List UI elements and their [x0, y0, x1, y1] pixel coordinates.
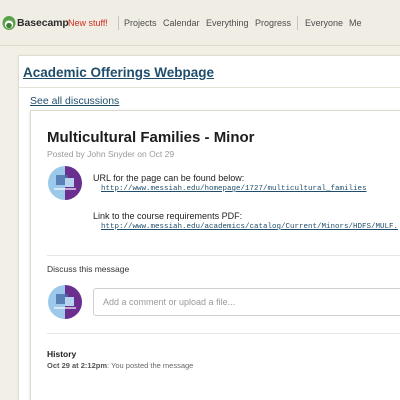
- history-text: : You posted the message: [107, 361, 194, 370]
- course-pdf-link[interactable]: http://www.messiah.edu/academics/catalog…: [101, 223, 398, 231]
- nav-item-me[interactable]: Me: [349, 18, 362, 28]
- nav-separator: [297, 16, 298, 30]
- project-title-link[interactable]: Academic Offerings Webpage: [23, 65, 214, 80]
- message-paragraph: Link to the course requirements PDF:: [93, 211, 243, 221]
- basecamp-logo-icon[interactable]: [2, 13, 16, 31]
- discuss-label: Discuss this message: [47, 264, 130, 274]
- nav-item-everything[interactable]: Everything: [206, 18, 249, 28]
- card-divider: [47, 333, 400, 334]
- app-logo-text[interactable]: Basecamp: [17, 17, 69, 29]
- history-entry: Oct 29 at 2:12pm: You posted the message: [47, 361, 193, 370]
- comment-input[interactable]: [93, 288, 400, 316]
- nav-separator: [118, 16, 119, 30]
- card-divider: [47, 255, 400, 256]
- see-all-discussions-link[interactable]: See all discussions: [30, 95, 119, 107]
- nav-item-projects[interactable]: Projects: [124, 18, 157, 28]
- user-avatar-icon: [48, 285, 82, 319]
- history-date: Oct 29 at 2:12pm: [47, 361, 108, 370]
- message-meta: Posted by John Snyder on Oct 29: [47, 149, 175, 159]
- nav-item-progress[interactable]: Progress: [255, 18, 291, 28]
- nav-item-everyone[interactable]: Everyone: [305, 18, 343, 28]
- project-divider: [18, 87, 400, 88]
- user-avatar-icon: [48, 166, 82, 200]
- history-label: History: [47, 349, 77, 359]
- new-stuff-link[interactable]: New stuff!: [68, 18, 108, 28]
- message-url-link[interactable]: http://www.messiah.edu/homepage/1727/mul…: [101, 185, 367, 193]
- message-title: Multicultural Families - Minor: [47, 129, 255, 146]
- top-navigation-bar: Basecamp New stuff! Projects Calendar Ev…: [0, 0, 400, 46]
- message-paragraph: URL for the page can be found below:: [93, 173, 245, 183]
- nav-item-calendar[interactable]: Calendar: [163, 18, 200, 28]
